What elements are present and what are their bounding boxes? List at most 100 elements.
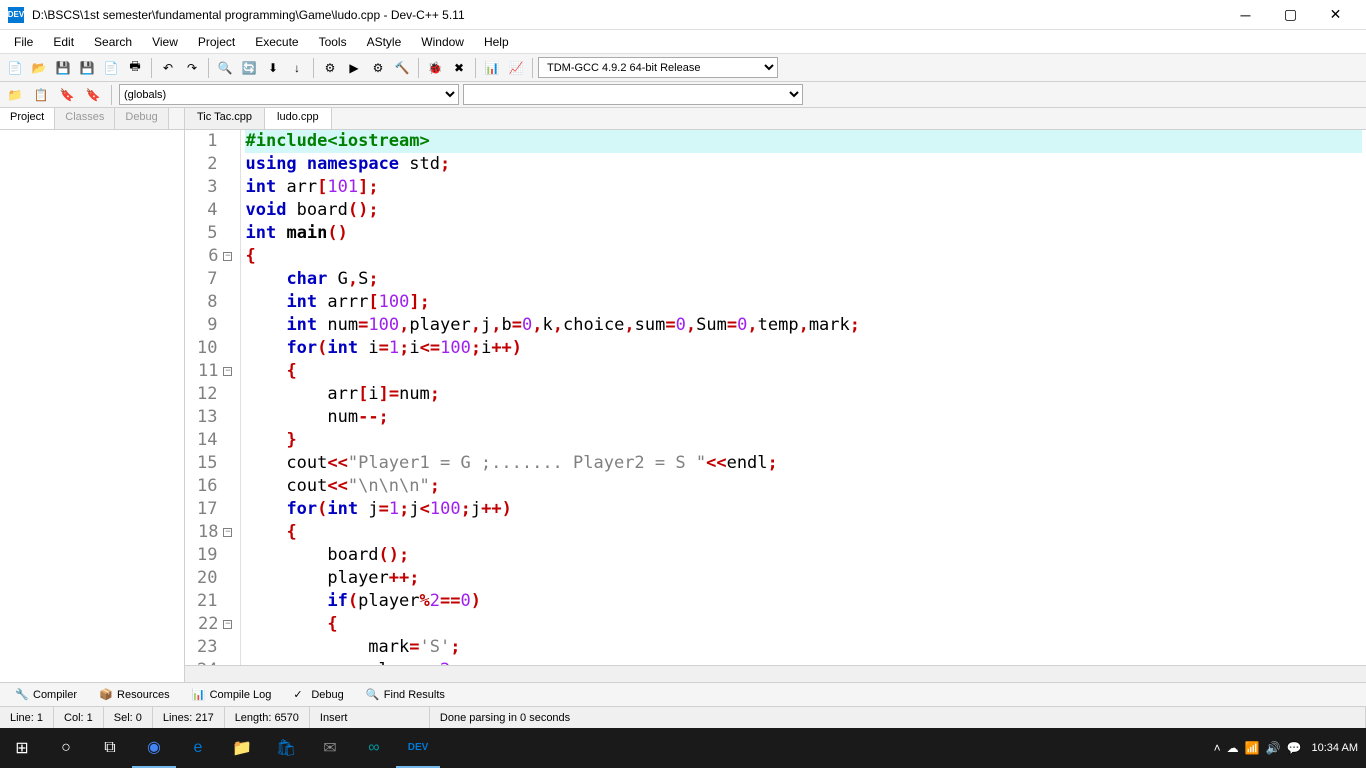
menu-project[interactable]: Project (188, 32, 245, 52)
code-editor[interactable]: 123456−7891011−12131415161718−19202122−2… (185, 130, 1366, 665)
line-number: 8 (197, 291, 232, 314)
line-number: 19 (197, 544, 232, 567)
code-line[interactable]: if(player%2==0) (245, 590, 1362, 613)
menu-execute[interactable]: Execute (245, 32, 308, 52)
code-line[interactable]: void board(); (245, 199, 1362, 222)
app2-taskbar-icon[interactable]: ∞ (352, 728, 396, 768)
menu-tools[interactable]: Tools (309, 32, 357, 52)
minimize-button[interactable]: ─ (1223, 0, 1268, 30)
tab-icon: 📊 (192, 688, 206, 702)
profile-button[interactable]: 📊 (481, 57, 503, 79)
code-line[interactable]: for(int j=1;j<100;j++) (245, 498, 1362, 521)
compiler-select[interactable]: TDM-GCC 4.9.2 64-bit Release (538, 57, 778, 78)
file-tab[interactable]: Tic Tac.cpp (185, 108, 265, 129)
bottom-tab-resources[interactable]: 📦Resources (88, 684, 181, 706)
tray-chevron-icon[interactable]: ˄ (1214, 741, 1221, 755)
code-line[interactable]: int num=100,player,j,b=0,k,choice,sum=0,… (245, 314, 1362, 337)
goto-button[interactable]: ↓ (286, 57, 308, 79)
compile-run-button[interactable]: ⚙ (367, 57, 389, 79)
print-button[interactable]: 🖶 (124, 57, 146, 79)
file-tab[interactable]: ludo.cpp (265, 108, 332, 129)
compile-button[interactable]: ⚙ (319, 57, 341, 79)
find-next-button[interactable]: ⬇ (262, 57, 284, 79)
profile2-button[interactable]: 📈 (505, 57, 527, 79)
menu-help[interactable]: Help (474, 32, 519, 52)
code-line[interactable]: { (245, 521, 1362, 544)
tab-icon: ✓ (293, 688, 307, 702)
menu-edit[interactable]: Edit (43, 32, 84, 52)
code-line[interactable]: cout<<"\n\n\n"; (245, 475, 1362, 498)
save-all-button[interactable]: 💾 (76, 57, 98, 79)
goto-bookmark-button[interactable]: 🔖 (82, 84, 104, 106)
menu-window[interactable]: Window (411, 32, 474, 52)
code-line[interactable]: int arr[101]; (245, 176, 1362, 199)
start-button[interactable]: ⊞ (0, 728, 44, 768)
new-project-button[interactable]: 📁 (4, 84, 26, 106)
taskview-button[interactable]: ⧉ (88, 728, 132, 768)
new-file-button[interactable]: 📄 (4, 57, 26, 79)
code-line[interactable]: } (245, 429, 1362, 452)
menu-file[interactable]: File (4, 32, 43, 52)
code-line[interactable]: num--; (245, 406, 1362, 429)
code-line[interactable]: { (245, 245, 1362, 268)
run-button[interactable]: ▶ (343, 57, 365, 79)
code-line[interactable]: int arrr[100]; (245, 291, 1362, 314)
code-line[interactable]: #include<iostream> (245, 130, 1362, 153)
close-button[interactable]: ✕ (1313, 0, 1358, 30)
bottom-tab-compiler[interactable]: 🔧Compiler (4, 684, 88, 706)
code-line[interactable]: for(int i=1;i<=100;i++) (245, 337, 1362, 360)
replace-button[interactable]: 🔄 (238, 57, 260, 79)
wifi-icon[interactable]: 📶 (1245, 741, 1260, 755)
debug-button[interactable]: 🐞 (424, 57, 446, 79)
code-line[interactable]: player++; (245, 567, 1362, 590)
maximize-button[interactable]: ▢ (1268, 0, 1313, 30)
bookmark-button[interactable]: 🔖 (56, 84, 78, 106)
code-line[interactable]: arr[i]=num; (245, 383, 1362, 406)
code-line[interactable]: char G,S; (245, 268, 1362, 291)
code-line[interactable]: mark='S'; (245, 636, 1362, 659)
bottom-tab-find-results[interactable]: 🔍Find Results (355, 684, 456, 706)
project-tree[interactable] (0, 130, 184, 682)
devcpp-taskbar-icon[interactable]: DEV (396, 728, 440, 768)
open-button[interactable]: 📂 (28, 57, 50, 79)
bottom-tab-compile-log[interactable]: 📊Compile Log (181, 684, 283, 706)
volume-icon[interactable]: 🔊 (1266, 741, 1281, 755)
code-line[interactable]: { (245, 360, 1362, 383)
scope-select[interactable]: (globals) (119, 84, 459, 105)
left-tab-classes[interactable]: Classes (55, 108, 115, 129)
taskbar-clock[interactable]: 10:34 AM (1312, 742, 1358, 754)
code-line[interactable]: int main() (245, 222, 1362, 245)
menubar: FileEditSearchViewProjectExecuteToolsASt… (0, 30, 1366, 54)
insert-button[interactable]: 📋 (30, 84, 52, 106)
horizontal-scrollbar[interactable] (185, 665, 1366, 682)
menu-view[interactable]: View (142, 32, 188, 52)
chrome-taskbar-icon[interactable]: ◉ (132, 728, 176, 768)
undo-button[interactable]: ↶ (157, 57, 179, 79)
line-number: 2 (197, 153, 232, 176)
member-select[interactable] (463, 84, 803, 105)
left-tab-project[interactable]: Project (0, 108, 55, 129)
code-line[interactable]: board(); (245, 544, 1362, 567)
explorer-taskbar-icon[interactable]: 📁 (220, 728, 264, 768)
system-tray[interactable]: ˄ ☁ 📶 🔊 💬 (1214, 741, 1302, 755)
store-taskbar-icon[interactable]: 🛍 (264, 728, 308, 768)
redo-button[interactable]: ↷ (181, 57, 203, 79)
find-button[interactable]: 🔍 (214, 57, 236, 79)
window-title: D:\BSCS\1st semester\fundamental program… (32, 8, 1223, 22)
code-line[interactable]: cout<<"Player1 = G ;....... Player2 = S … (245, 452, 1362, 475)
code-line[interactable]: using namespace std; (245, 153, 1362, 176)
onedrive-icon[interactable]: ☁ (1227, 741, 1239, 755)
stop-button[interactable]: ✖ (448, 57, 470, 79)
cortana-button[interactable]: ○ (44, 728, 88, 768)
menu-search[interactable]: Search (84, 32, 142, 52)
rebuild-button[interactable]: 🔨 (391, 57, 413, 79)
bottom-tab-debug[interactable]: ✓Debug (282, 684, 354, 706)
edge-taskbar-icon[interactable]: e (176, 728, 220, 768)
notifications-icon[interactable]: 💬 (1287, 741, 1302, 755)
save-button[interactable]: 💾 (52, 57, 74, 79)
menu-astyle[interactable]: AStyle (357, 32, 412, 52)
close-file-button[interactable]: 📄 (100, 57, 122, 79)
left-tab-debug[interactable]: Debug (115, 108, 168, 129)
code-line[interactable]: { (245, 613, 1362, 636)
app1-taskbar-icon[interactable]: ✉ (308, 728, 352, 768)
